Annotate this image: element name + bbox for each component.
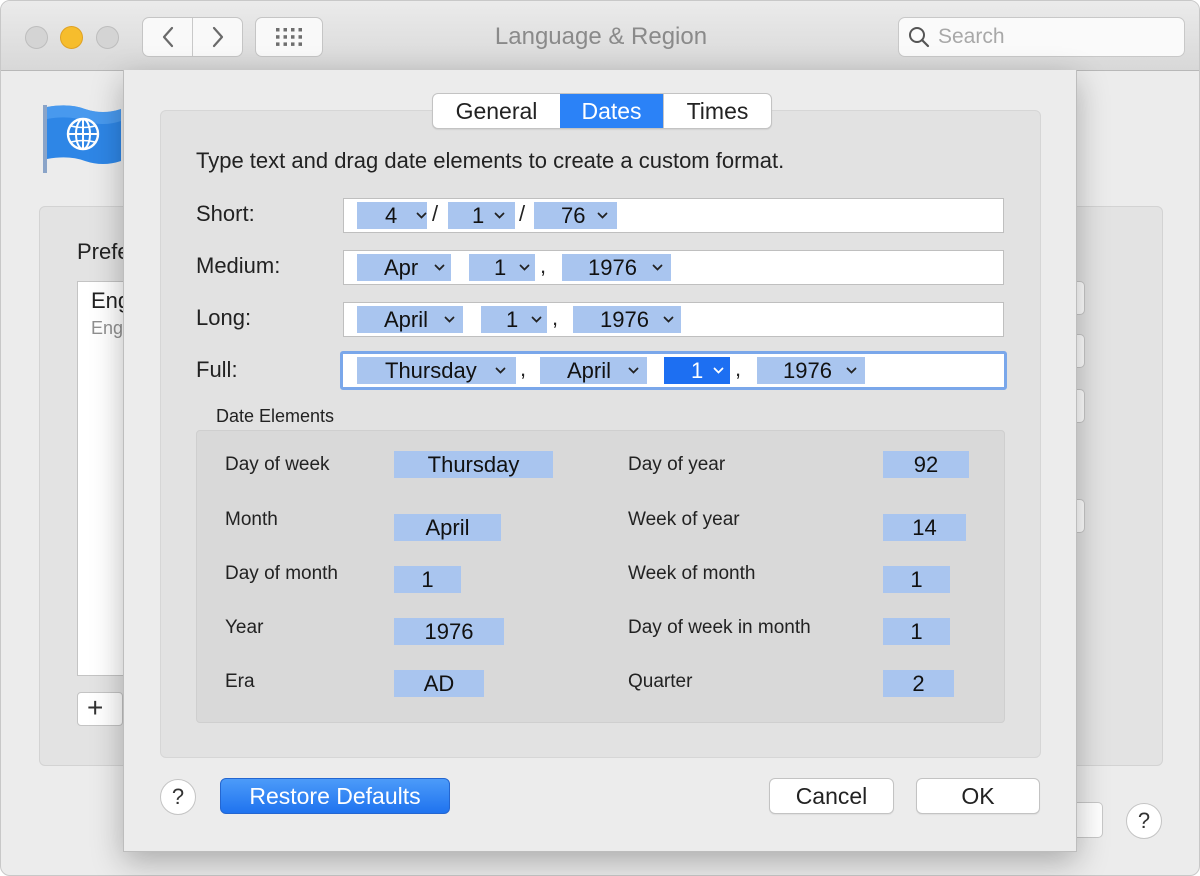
token-text: 1 — [494, 255, 507, 280]
chevron-down-icon — [495, 367, 506, 374]
format-separator: , — [520, 356, 527, 381]
token-text: 1976 — [588, 255, 637, 280]
date-elements-title: Date Elements — [216, 406, 335, 426]
long-format-label: Long: — [196, 305, 252, 330]
ok-button[interactable]: OK — [916, 778, 1040, 814]
chevron-down-icon — [846, 367, 857, 374]
instruction-text: Type text and drag date elements to crea… — [196, 148, 785, 173]
element-label: Week of month — [628, 563, 756, 584]
search-field[interactable] — [898, 17, 1185, 57]
date-element-chip[interactable]: Thursday — [394, 451, 553, 478]
date-element-chip[interactable]: 92 — [883, 451, 969, 478]
cancel-button[interactable]: Cancel — [769, 778, 894, 814]
language-item-subtitle: Eng — [91, 318, 124, 338]
format-token[interactable]: 1976 — [757, 357, 865, 384]
search-icon — [909, 27, 930, 48]
format-token[interactable]: April — [357, 306, 463, 333]
chevron-down-icon — [652, 264, 663, 271]
format-separator: , — [552, 305, 559, 330]
medium-format-label: Medium: — [196, 253, 281, 278]
date-element-chip[interactable]: April — [394, 514, 501, 541]
token-text: 1 — [691, 358, 704, 383]
element-label: Month — [225, 509, 278, 530]
dates-sheet: General Dates Times Type text and drag d… — [123, 70, 1077, 852]
date-elements-panel: Day of week Thursday Month April Day of … — [196, 430, 1005, 723]
long-format-field[interactable]: April 1 , 1976 — [343, 302, 1004, 337]
chevron-down-icon — [519, 264, 530, 271]
format-token-selected[interactable]: 1 — [664, 357, 730, 384]
format-separator: , — [735, 356, 742, 381]
date-element-chip[interactable]: 1 — [883, 618, 950, 645]
help-button[interactable]: ? — [1126, 803, 1162, 839]
date-element-chip[interactable]: AD — [394, 670, 484, 697]
tab-general[interactable]: General — [433, 94, 560, 128]
chevron-down-icon — [444, 316, 455, 323]
chevron-down-icon — [494, 212, 505, 219]
token-text: April — [384, 307, 429, 332]
tab-bar: General Dates Times — [432, 93, 772, 129]
short-format-field[interactable]: 4 / 1 / 76 — [343, 198, 1004, 233]
element-label: Day of year — [628, 454, 726, 475]
element-label: Day of week in month — [628, 617, 811, 638]
format-token[interactable]: 4 — [357, 202, 427, 229]
restore-defaults-button[interactable]: Restore Defaults — [220, 778, 450, 814]
tab-dates[interactable]: Dates — [560, 94, 663, 128]
format-token[interactable]: 1 — [481, 306, 547, 333]
medium-format-field[interactable]: Apr 1 , 1976 — [343, 250, 1004, 285]
chevron-down-icon — [597, 212, 608, 219]
token-text: Apr — [384, 255, 419, 280]
chevron-down-icon — [628, 367, 639, 374]
token-text: April — [567, 358, 612, 383]
full-format-field[interactable]: Thursday , April 1 , 1976 — [340, 351, 1007, 390]
format-token[interactable]: 1 — [469, 254, 535, 281]
token-text: 76 — [561, 203, 586, 228]
format-separator: / — [432, 201, 439, 226]
short-format-label: Short: — [196, 201, 255, 226]
token-text: 4 — [385, 203, 398, 228]
element-label: Year — [225, 617, 264, 638]
date-element-chip[interactable]: 14 — [883, 514, 966, 541]
chevron-down-icon — [713, 367, 724, 374]
token-text: Thursday — [385, 358, 477, 383]
format-token[interactable]: 1 — [448, 202, 515, 229]
element-label: Week of year — [628, 509, 740, 530]
date-element-chip[interactable]: 1976 — [394, 618, 504, 645]
element-label: Day of month — [225, 563, 338, 584]
format-token[interactable]: 76 — [534, 202, 617, 229]
chevron-down-icon — [663, 316, 674, 323]
format-token[interactable]: April — [540, 357, 647, 384]
token-text: 1 — [506, 307, 519, 332]
format-separator: , — [540, 253, 547, 278]
date-element-chip[interactable]: 1 — [394, 566, 461, 593]
date-element-chip[interactable]: 1 — [883, 566, 950, 593]
chevron-down-icon — [434, 264, 445, 271]
full-format-label: Full: — [196, 357, 238, 382]
search-input[interactable] — [938, 25, 1168, 49]
chevron-down-icon — [416, 212, 427, 219]
add-language-button[interactable]: + — [77, 692, 123, 726]
preferred-languages-label: Prefe — [77, 239, 130, 264]
element-label: Era — [225, 671, 255, 692]
title-bar: Language & Region — [1, 1, 1199, 71]
sheet-help-button[interactable]: ? — [160, 779, 196, 815]
date-element-chip[interactable]: 2 — [883, 670, 954, 697]
tab-times[interactable]: Times — [663, 94, 771, 128]
format-token[interactable]: 1976 — [573, 306, 681, 333]
chevron-down-icon — [531, 316, 542, 323]
flag-globe-icon — [43, 105, 121, 173]
element-label: Day of week — [225, 454, 330, 475]
format-separator: / — [519, 201, 526, 226]
element-label: Quarter — [628, 671, 693, 692]
token-text: 1976 — [783, 358, 832, 383]
token-text: 1976 — [600, 307, 649, 332]
format-token[interactable]: Apr — [357, 254, 451, 281]
token-text: 1 — [472, 203, 485, 228]
format-token[interactable]: 1976 — [562, 254, 671, 281]
format-token[interactable]: Thursday — [357, 357, 516, 384]
